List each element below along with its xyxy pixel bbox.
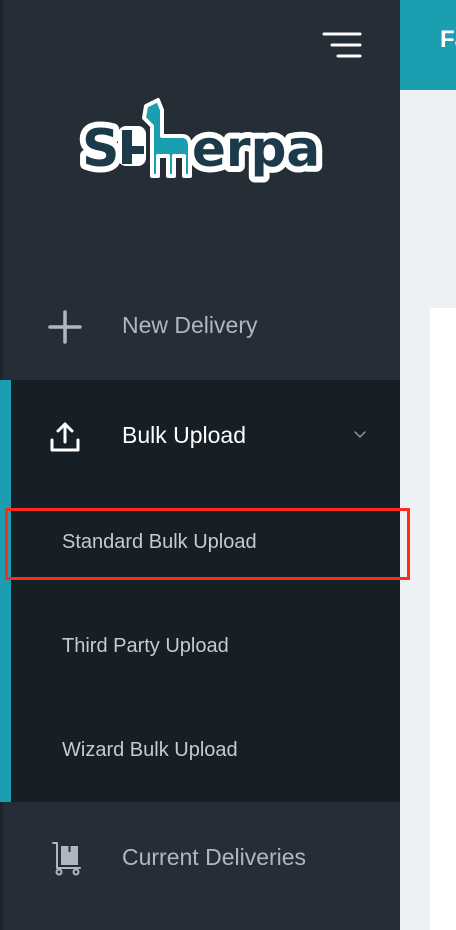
topbar-title: Fa [440,26,456,53]
top-app-bar: Fa [400,0,456,90]
submenu-item-third-party-upload[interactable]: Third Party Upload [11,597,400,697]
sidebar-item-label: Current Deliveries [122,844,307,870]
upload-icon [50,422,80,452]
submenu-item-wizard-bulk-upload[interactable]: Wizard Bulk Upload [11,701,400,801]
sidebar-item-current-deliveries[interactable]: Current Deliveries [0,802,400,912]
sidebar-item-label: New Delivery [122,312,258,338]
chevron-down-icon[interactable] [353,430,367,440]
sidebar: S S erpa erpa New Delivery Bulk Upload S… [0,0,410,930]
sidebar-item-new-delivery[interactable]: New Delivery [0,270,400,380]
sidebar-item-bulk-upload[interactable]: Bulk Upload [0,380,400,490]
sherpa-logo[interactable]: S S erpa erpa [78,96,328,196]
selection-highlight-box [5,508,410,580]
hamburger-menu-icon[interactable] [322,30,362,60]
sidebar-item-label: Bulk Upload [122,422,247,448]
main-content-panel [430,308,456,930]
dolly-boxes-icon [52,842,81,876]
svg-text:S: S [82,119,119,179]
submenu-item-label: Third Party Upload [62,635,229,657]
svg-text:erpa: erpa [192,120,320,178]
plus-icon [48,310,82,344]
submenu-item-label: Wizard Bulk Upload [62,739,238,761]
